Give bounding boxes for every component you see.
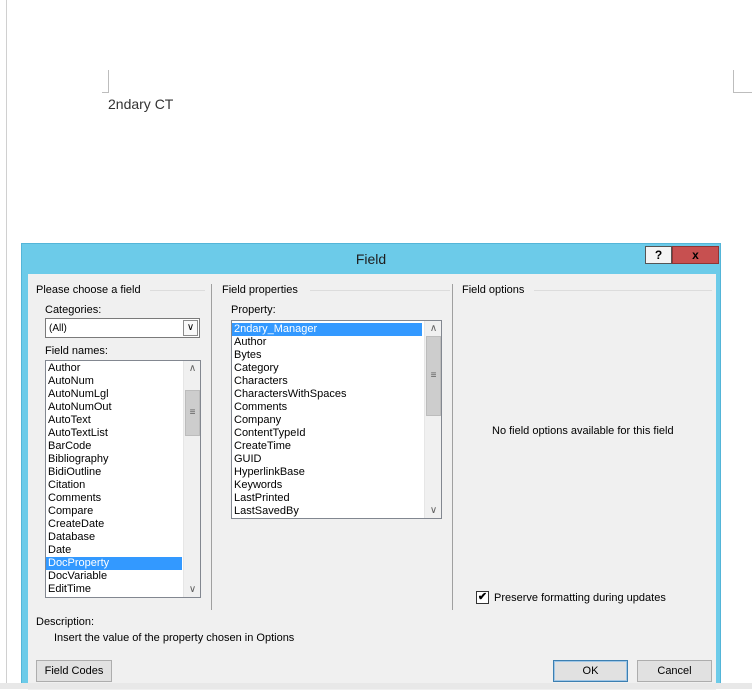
list-item[interactable]: BidiOutline xyxy=(46,466,182,479)
list-item[interactable]: Characters xyxy=(232,375,422,388)
categories-value: (All) xyxy=(49,323,67,334)
list-item[interactable]: DocVariable xyxy=(46,570,182,583)
separator-right xyxy=(452,284,453,610)
check-icon: ✔ xyxy=(477,591,488,603)
scroll-thumb[interactable]: ≡ xyxy=(185,390,200,436)
field-options-heading: Field options xyxy=(462,284,525,296)
choose-field-heading: Please choose a field xyxy=(36,284,141,296)
list-item[interactable]: Citation xyxy=(46,479,182,492)
scroll-up-icon[interactable]: ∧ xyxy=(185,361,200,376)
field-names-scrollbar[interactable]: ∧ ≡ ∨ xyxy=(183,361,200,597)
property-list[interactable]: 2ndary_Manager Author Bytes Category Charact… xyxy=(231,320,442,519)
grip-icon: ≡ xyxy=(430,370,437,381)
cancel-button[interactable]: Cancel xyxy=(637,660,712,682)
dialog-client: Please choose a field Categories: (All) … xyxy=(28,274,716,690)
group-line-left xyxy=(150,290,205,291)
list-item[interactable]: HyperlinkBase xyxy=(232,466,422,479)
description-text: Insert the value of the property chosen … xyxy=(54,632,295,644)
document-text[interactable]: 2ndary CT xyxy=(108,96,173,112)
list-item[interactable]: DocProperty xyxy=(46,557,182,570)
field-properties-heading: Field properties xyxy=(222,284,298,296)
scroll-down-icon[interactable]: ∨ xyxy=(426,503,441,518)
list-item[interactable]: LastPrinted xyxy=(232,492,422,505)
description-label: Description: xyxy=(36,616,95,628)
dialog-titlebar[interactable]: Field ? x xyxy=(22,244,720,274)
grip-icon: ≡ xyxy=(189,407,196,418)
list-item[interactable]: Author xyxy=(46,362,182,375)
help-button[interactable]: ? xyxy=(645,246,672,264)
dialog-title: Field xyxy=(355,251,387,267)
list-item[interactable]: Date xyxy=(46,544,182,557)
list-item[interactable]: Comments xyxy=(232,401,422,414)
chevron-down-icon[interactable]: ∨ xyxy=(183,320,198,336)
field-names-label: Field names: xyxy=(45,345,108,357)
property-scrollbar[interactable]: ∧ ≡ ∨ xyxy=(424,321,441,518)
list-item[interactable]: Company xyxy=(232,414,422,427)
separator-left xyxy=(211,284,212,610)
group-line-right xyxy=(534,290,712,291)
list-item[interactable]: Bibliography xyxy=(46,453,182,466)
list-item[interactable]: LastSavedBy xyxy=(232,505,422,518)
no-options-text: No field options available for this fiel… xyxy=(492,425,674,437)
list-item[interactable]: Compare xyxy=(46,505,182,518)
preserve-formatting-label[interactable]: Preserve formatting during updates xyxy=(494,592,666,604)
list-item[interactable]: Keywords xyxy=(232,479,422,492)
field-codes-button[interactable]: Field Codes xyxy=(36,660,112,682)
list-item[interactable]: Author xyxy=(232,336,422,349)
list-item[interactable]: AutoNum xyxy=(46,375,182,388)
list-item[interactable]: 2ndary_Manager xyxy=(232,323,422,336)
ok-button[interactable]: OK xyxy=(553,660,628,682)
list-item[interactable]: AutoText xyxy=(46,414,182,427)
list-item[interactable]: AutoTextList xyxy=(46,427,182,440)
list-item[interactable]: ContentTypeId xyxy=(232,427,422,440)
list-item[interactable]: EditTime xyxy=(46,583,182,596)
list-item[interactable]: CreateTime xyxy=(232,440,422,453)
field-dialog: Field ? x Please choose a field Categori… xyxy=(21,243,721,690)
property-items: 2ndary_Manager Author Bytes Category Charact… xyxy=(232,323,422,518)
group-line-middle xyxy=(310,290,450,291)
categories-dropdown[interactable]: (All) ∨ xyxy=(45,318,200,338)
scroll-up-icon[interactable]: ∧ xyxy=(426,321,441,336)
scroll-thumb[interactable]: ≡ xyxy=(426,336,441,416)
field-names-items: Author AutoNum AutoNumLgl AutoNumOut AutoTex… xyxy=(46,362,182,596)
list-item[interactable]: Category xyxy=(232,362,422,375)
list-item[interactable]: GUID xyxy=(232,453,422,466)
scroll-down-icon[interactable]: ∨ xyxy=(185,582,200,597)
categories-label: Categories: xyxy=(45,304,102,316)
list-item[interactable]: Bytes xyxy=(232,349,422,362)
list-item[interactable]: AutoNumOut xyxy=(46,401,182,414)
list-item[interactable]: CreateDate xyxy=(46,518,182,531)
list-item[interactable]: Comments xyxy=(46,492,182,505)
window-bottom-strip xyxy=(0,683,752,689)
list-item[interactable]: BarCode xyxy=(46,440,182,453)
list-item[interactable]: AutoNumLgl xyxy=(46,388,182,401)
crop-mark-right xyxy=(733,70,752,93)
field-names-list[interactable]: Author AutoNum AutoNumLgl AutoNumOut AutoTex… xyxy=(45,360,201,598)
crop-mark-left xyxy=(102,70,109,93)
preserve-formatting-checkbox[interactable]: ✔ xyxy=(476,591,489,604)
property-label: Property: xyxy=(231,304,276,316)
list-item[interactable]: CharactersWithSpaces xyxy=(232,388,422,401)
list-item[interactable]: Database xyxy=(46,531,182,544)
close-button[interactable]: x xyxy=(672,246,719,264)
